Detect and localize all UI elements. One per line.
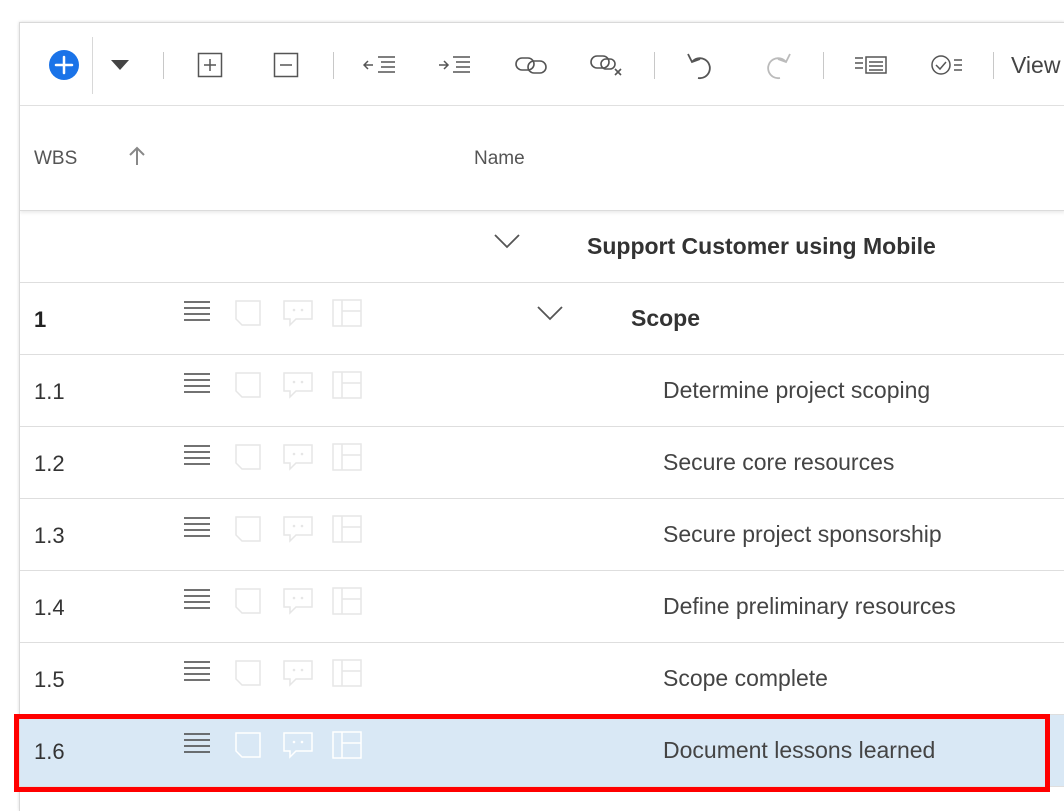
wbs-cell: 1.4 <box>34 595 65 620</box>
sort-ascending-icon[interactable] <box>128 146 146 170</box>
view-menu[interactable]: View <box>1011 52 1060 79</box>
add-task-icon <box>49 50 79 80</box>
notes-icon[interactable] <box>234 299 262 332</box>
comments-icon[interactable] <box>282 659 314 692</box>
task-name[interactable]: Scope <box>631 305 700 332</box>
wbs-cell: 1.5 <box>34 667 65 692</box>
grid-header: WBS Name <box>20 106 1064 211</box>
row-menu-icon[interactable] <box>183 300 211 329</box>
wbs-cell: 1.6 <box>34 739 65 764</box>
add-task-button[interactable] <box>46 47 82 83</box>
outdent-button[interactable] <box>363 47 397 83</box>
notes-icon[interactable] <box>234 371 262 404</box>
notes-icon[interactable] <box>234 659 262 692</box>
task-name[interactable]: Support Customer using Mobile <box>587 233 936 260</box>
task-name[interactable]: Document lessons learned <box>663 737 935 764</box>
indent-button[interactable] <box>438 47 472 83</box>
table-row[interactable]: 1.6 Document lessons learned <box>20 715 1064 787</box>
wbs-cell: 1 <box>34 307 47 332</box>
collapse-all-icon <box>273 52 299 78</box>
row-menu-icon[interactable] <box>183 732 211 761</box>
row-menu-icon[interactable] <box>183 516 211 545</box>
timeline-button[interactable] <box>853 47 889 83</box>
wbs-cell: 1.2 <box>34 451 65 476</box>
table-row[interactable]: 1.1 Determine project scoping <box>20 355 1064 427</box>
dropdown-caret-icon <box>111 60 129 70</box>
link-tasks-icon <box>515 57 547 74</box>
collapse-all-button[interactable] <box>271 47 301 83</box>
checklist-icon <box>931 55 962 75</box>
undo-button[interactable] <box>684 47 716 83</box>
board-icon[interactable] <box>332 299 362 332</box>
notes-icon[interactable] <box>234 443 262 476</box>
task-name[interactable]: Secure core resources <box>663 449 894 476</box>
row-menu-icon[interactable] <box>183 588 211 617</box>
comments-icon[interactable] <box>282 587 314 620</box>
name-column-header[interactable]: Name <box>474 148 525 170</box>
task-name[interactable]: Secure project sponsorship <box>663 521 942 548</box>
comments-icon[interactable] <box>282 443 314 476</box>
row-menu-icon[interactable] <box>183 660 211 689</box>
notes-icon[interactable] <box>234 587 262 620</box>
outdent-icon <box>363 56 395 73</box>
task-name[interactable]: Determine project scoping <box>663 377 930 404</box>
row-menu-icon[interactable] <box>183 372 211 401</box>
task-name[interactable]: Scope complete <box>663 665 828 692</box>
project-grid-panel: View WBS Name Support Customer using Mob… <box>19 22 1064 811</box>
link-tasks-button[interactable] <box>513 47 549 83</box>
table-row[interactable]: 1.3 Secure project sponsorship <box>20 499 1064 571</box>
comments-icon[interactable] <box>282 731 314 764</box>
table-row[interactable]: 1 Scope <box>20 283 1064 355</box>
indent-icon <box>439 56 470 73</box>
board-icon[interactable] <box>332 515 362 548</box>
chevron-down-icon[interactable] <box>537 305 563 326</box>
wbs-column-header[interactable]: WBS <box>34 148 77 170</box>
checklist-button[interactable] <box>929 47 965 83</box>
board-icon[interactable] <box>332 731 362 764</box>
board-icon[interactable] <box>332 587 362 620</box>
notes-icon[interactable] <box>234 515 262 548</box>
notes-icon[interactable] <box>234 731 262 764</box>
redo-icon <box>767 53 791 80</box>
timeline-icon <box>855 56 887 74</box>
undo-icon <box>687 53 711 80</box>
chevron-down-icon[interactable] <box>494 233 520 254</box>
toolbar: View <box>20 23 1064 106</box>
unlink-tasks-button[interactable] <box>588 47 626 83</box>
comments-icon[interactable] <box>282 371 314 404</box>
table-row[interactable]: 1.4 Define preliminary resources <box>20 571 1064 643</box>
comments-icon[interactable] <box>282 515 314 548</box>
expand-all-button[interactable] <box>195 47 225 83</box>
wbs-cell: 1.3 <box>34 523 65 548</box>
comments-icon[interactable] <box>282 299 314 332</box>
expand-all-icon <box>197 52 223 78</box>
board-icon[interactable] <box>332 371 362 404</box>
table-row[interactable]: 1.2 Secure core resources <box>20 427 1064 499</box>
redo-button[interactable] <box>762 47 794 83</box>
unlink-tasks-icon <box>590 55 622 76</box>
board-icon[interactable] <box>332 443 362 476</box>
wbs-cell: 1.1 <box>34 379 65 404</box>
add-task-dropdown[interactable] <box>106 47 134 83</box>
board-icon[interactable] <box>332 659 362 692</box>
table-row[interactable]: 1.5 Scope complete <box>20 643 1064 715</box>
task-name[interactable]: Define preliminary resources <box>663 593 956 620</box>
row-menu-icon[interactable] <box>183 444 211 473</box>
table-row[interactable]: Support Customer using Mobile <box>20 211 1064 283</box>
